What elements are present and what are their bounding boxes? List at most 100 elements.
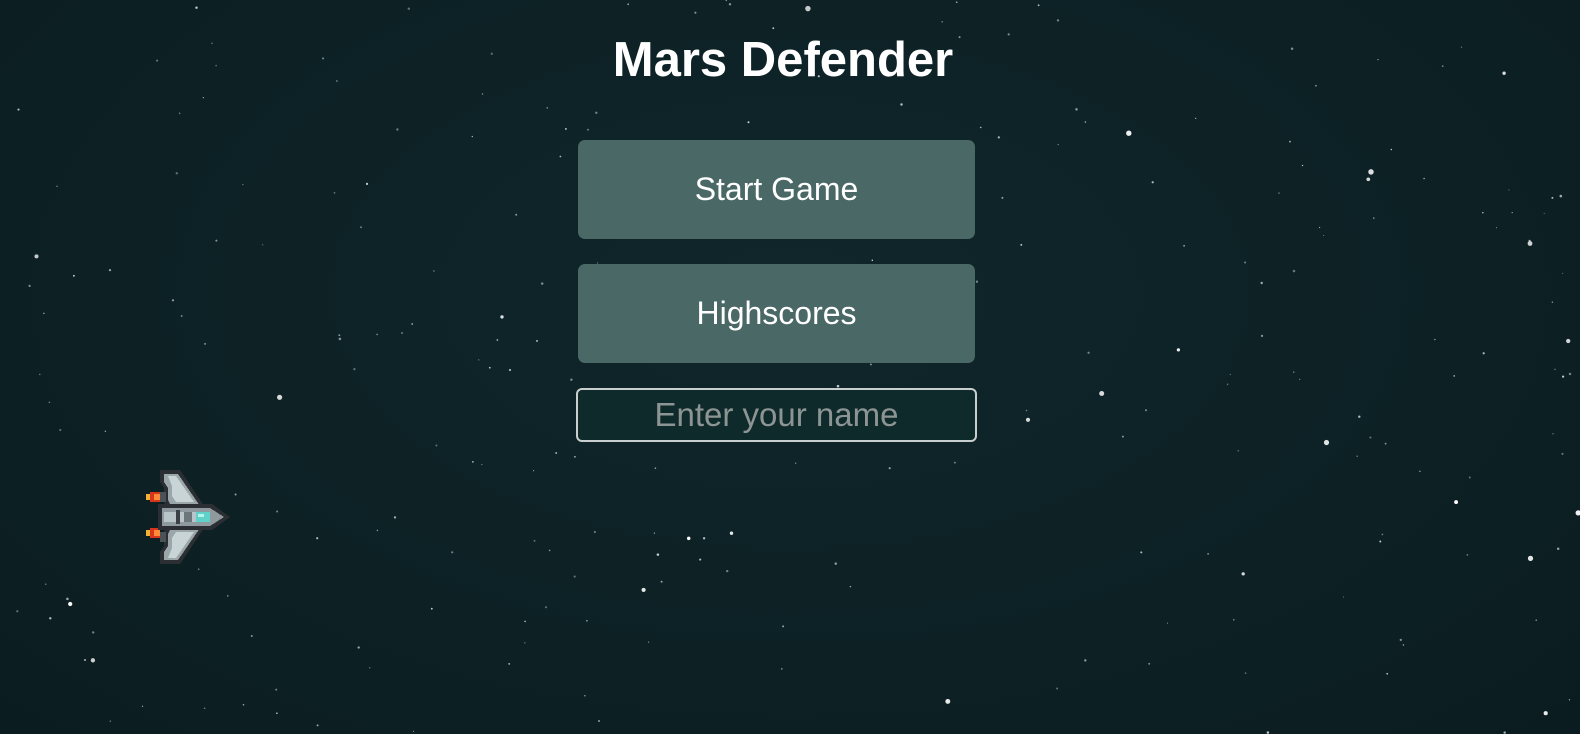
star <box>180 315 183 317</box>
star <box>782 625 785 628</box>
star <box>1543 212 1545 214</box>
star <box>360 226 362 229</box>
star <box>197 568 200 571</box>
star <box>573 575 576 578</box>
star <box>533 539 536 542</box>
star <box>508 368 512 372</box>
star <box>1323 439 1330 446</box>
star <box>780 668 783 670</box>
star <box>1568 372 1572 376</box>
star <box>1057 143 1059 146</box>
star <box>1527 555 1534 562</box>
star <box>333 192 336 194</box>
star <box>1266 731 1270 734</box>
star <box>544 606 548 609</box>
star <box>1575 510 1580 516</box>
star <box>1318 226 1321 229</box>
star <box>1148 662 1151 665</box>
star <box>702 537 706 540</box>
star <box>83 658 87 662</box>
star <box>433 270 435 272</box>
star <box>1167 622 1169 624</box>
star <box>1369 436 1372 439</box>
star <box>1562 272 1564 274</box>
star <box>555 452 558 454</box>
star <box>1260 334 1264 338</box>
star <box>587 128 589 131</box>
star <box>1126 130 1132 136</box>
star <box>729 531 734 535</box>
star <box>548 549 551 552</box>
star <box>1195 117 1197 120</box>
star <box>1402 644 1405 646</box>
star <box>141 705 144 707</box>
star <box>365 182 369 185</box>
star <box>1434 338 1436 341</box>
star <box>108 268 112 272</box>
star <box>203 707 206 710</box>
star <box>1527 241 1533 246</box>
star <box>1552 433 1554 435</box>
star <box>945 698 951 704</box>
star <box>699 558 702 561</box>
star <box>357 646 360 649</box>
star <box>586 619 588 622</box>
star <box>836 384 840 388</box>
player-name-input[interactable] <box>576 388 977 442</box>
spaceship-icon <box>146 470 230 564</box>
star <box>393 516 397 519</box>
star <box>1323 234 1325 237</box>
star <box>471 460 474 463</box>
star <box>1278 192 1280 194</box>
star <box>262 244 264 246</box>
star <box>1084 659 1087 662</box>
star <box>1075 108 1078 111</box>
star <box>90 658 96 663</box>
star <box>805 5 811 12</box>
star <box>66 597 69 601</box>
star <box>1511 211 1513 214</box>
star <box>1121 435 1124 438</box>
star <box>1232 618 1235 621</box>
star <box>316 537 319 540</box>
game-title: Mars Defender <box>612 33 954 87</box>
star <box>726 569 729 573</box>
star <box>888 467 891 470</box>
star <box>1561 452 1564 455</box>
star <box>202 96 205 99</box>
star <box>496 339 499 341</box>
star <box>1241 572 1245 576</box>
start-game-button[interactable]: Start Game <box>578 140 975 239</box>
star <box>574 455 576 458</box>
star <box>1535 619 1537 621</box>
star <box>34 254 39 259</box>
star <box>1419 470 1421 472</box>
star <box>598 720 600 722</box>
star <box>1229 373 1231 376</box>
highscores-button[interactable]: Highscores <box>578 264 975 363</box>
star <box>401 332 403 334</box>
star <box>1358 415 1361 418</box>
star <box>478 359 480 361</box>
star <box>656 553 660 556</box>
star <box>488 366 491 369</box>
star <box>39 373 41 376</box>
star <box>1293 371 1295 373</box>
star <box>1381 533 1384 536</box>
star <box>28 284 31 288</box>
star <box>1099 391 1105 396</box>
star <box>1554 368 1556 370</box>
star <box>1299 378 1301 381</box>
star <box>104 430 107 433</box>
star <box>215 239 218 242</box>
star <box>954 461 956 464</box>
star <box>1151 181 1154 184</box>
star <box>109 720 111 722</box>
star <box>1056 19 1060 22</box>
star <box>524 620 526 623</box>
star <box>1528 239 1531 242</box>
star <box>338 337 342 341</box>
star <box>59 428 62 432</box>
star <box>1342 596 1345 598</box>
star <box>1183 244 1185 247</box>
